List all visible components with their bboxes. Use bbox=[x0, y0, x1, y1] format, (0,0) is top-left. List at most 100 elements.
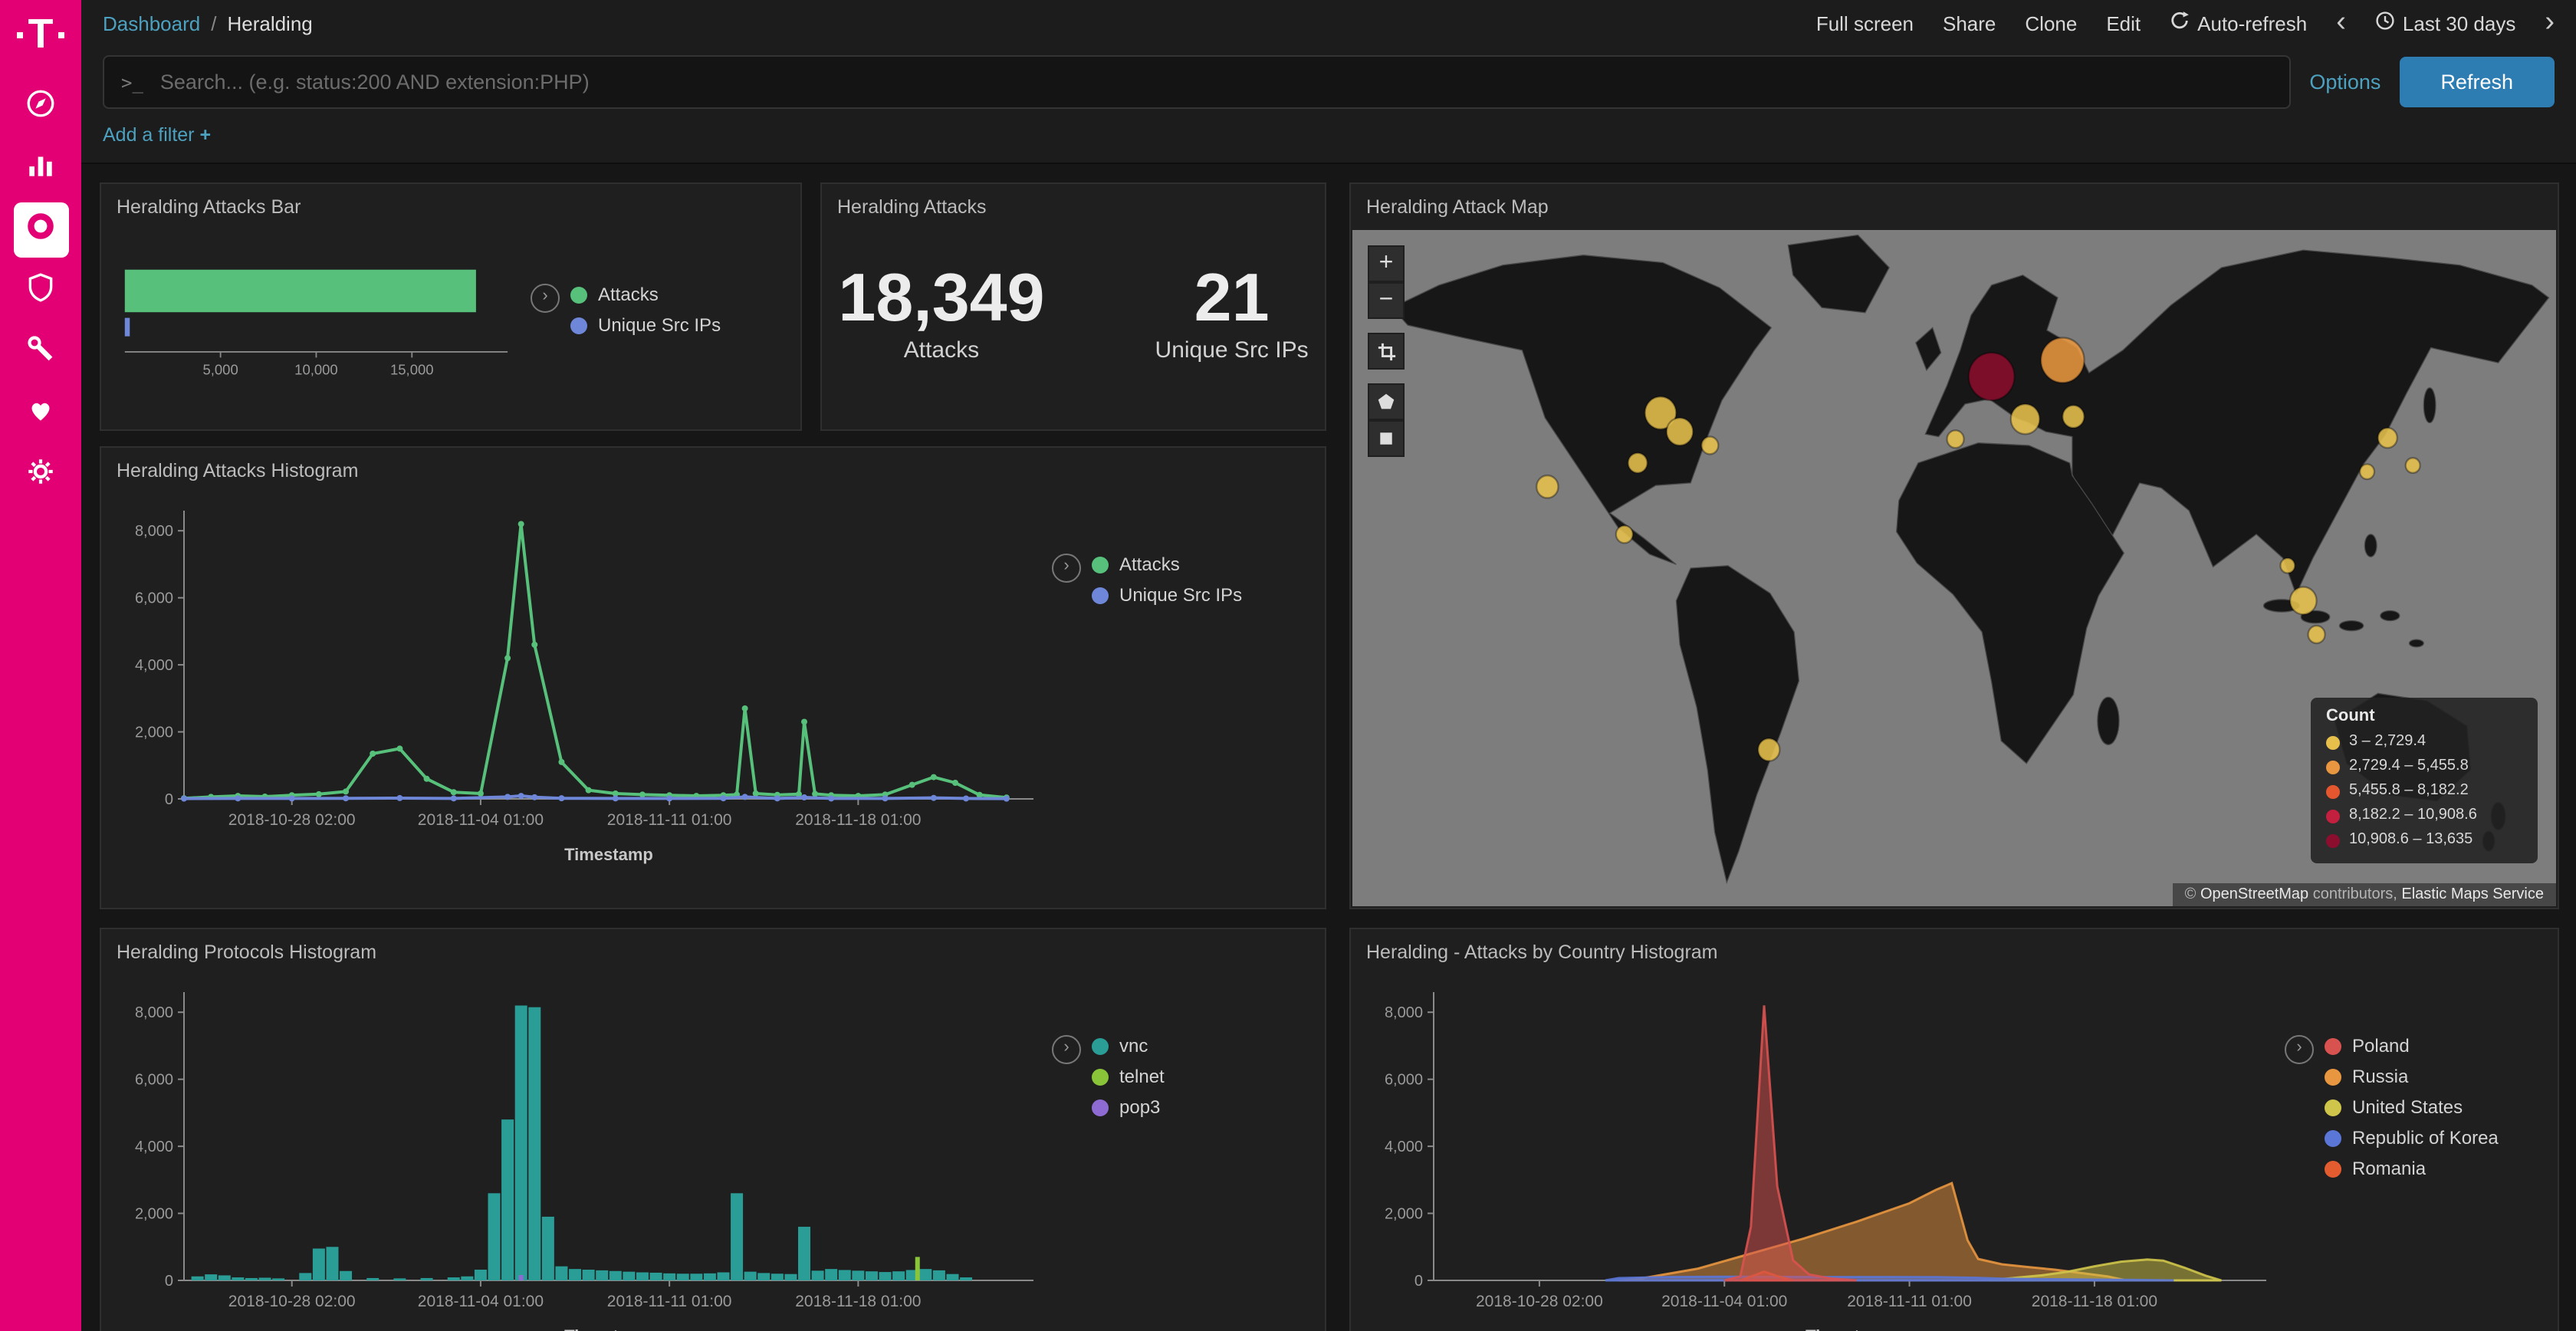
chart-legend: › Attacks Unique Src IPs bbox=[1049, 486, 1309, 885]
svg-text:6,000: 6,000 bbox=[135, 1072, 173, 1089]
map-legend-item: 5,455.8 – 8,182.2 bbox=[2326, 779, 2522, 804]
legend-item[interactable]: Attacks bbox=[1092, 554, 1309, 575]
legend-color-dot bbox=[570, 317, 587, 334]
map-legend-range: 2,729.4 – 5,455.8 bbox=[2349, 754, 2469, 779]
legend-label: Unique Src IPs bbox=[598, 314, 721, 336]
svg-text:2018-11-11 01:00: 2018-11-11 01:00 bbox=[1847, 1293, 1972, 1310]
map-legend-item: 10,908.6 – 13,635 bbox=[2326, 828, 2522, 853]
legend-toggle-icon[interactable]: › bbox=[1052, 1035, 1081, 1064]
svg-text:2018-10-28 02:00: 2018-10-28 02:00 bbox=[228, 811, 356, 829]
svg-text:8,000: 8,000 bbox=[135, 1004, 173, 1021]
svg-text:2018-11-18 01:00: 2018-11-18 01:00 bbox=[2032, 1293, 2157, 1310]
legend-item[interactable]: United States bbox=[2325, 1096, 2542, 1118]
legend-item[interactable]: Romania bbox=[2325, 1158, 2542, 1179]
legend-item[interactable]: Attacks bbox=[570, 284, 788, 305]
svg-text:6,000: 6,000 bbox=[1385, 1072, 1423, 1089]
sidebar-item-dev-tools[interactable] bbox=[13, 325, 68, 380]
map-legend-range: 8,182.2 – 10,908.6 bbox=[2349, 804, 2477, 828]
zoom-in-button[interactable]: + bbox=[1368, 245, 1405, 282]
wrench-icon bbox=[25, 333, 57, 373]
map-legend-range: 3 – 2,729.4 bbox=[2349, 730, 2426, 754]
draw-polygon-button[interactable] bbox=[1368, 383, 1405, 420]
panel-attacks-metric: Heralding Attacks 18,349 Attacks 21 Uniq… bbox=[820, 182, 1326, 431]
gear-icon bbox=[25, 455, 57, 495]
metric-attacks: 18,349 Attacks bbox=[838, 262, 1044, 364]
sidebar-item-security[interactable] bbox=[13, 264, 68, 319]
logo-letter: T bbox=[28, 14, 54, 55]
refresh-cycle-icon bbox=[2170, 11, 2190, 35]
map-count-legend: Count 3 – 2,729.42,729.4 – 5,455.85,455.… bbox=[2311, 698, 2538, 863]
breadcrumb-current: Heralding bbox=[227, 12, 312, 35]
svg-text:0: 0 bbox=[165, 1273, 173, 1290]
svg-text:2018-11-11 01:00: 2018-11-11 01:00 bbox=[607, 811, 732, 829]
zoom-out-button[interactable]: − bbox=[1368, 282, 1405, 319]
legend-item[interactable]: Poland bbox=[2325, 1035, 2542, 1057]
refresh-button[interactable]: Refresh bbox=[2399, 57, 2555, 107]
telekom-logo: T bbox=[18, 14, 64, 55]
sidebar-item-management[interactable] bbox=[13, 448, 68, 503]
legend-toggle-icon[interactable]: › bbox=[531, 284, 560, 313]
time-forward-chevron-icon[interactable]: › bbox=[2545, 7, 2555, 36]
legend-item[interactable]: Unique Src IPs bbox=[1092, 584, 1309, 606]
openstreetmap-link[interactable]: OpenStreetMap bbox=[2200, 886, 2308, 903]
time-range-picker[interactable]: Last 30 days bbox=[2375, 11, 2515, 35]
legend-item[interactable]: Russia bbox=[2325, 1066, 2542, 1087]
elastic-maps-link[interactable]: Elastic Maps Service bbox=[2401, 886, 2544, 903]
svg-text:8,000: 8,000 bbox=[1385, 1004, 1423, 1021]
chart-legend: › vnc telnet pop3 bbox=[1049, 968, 1309, 1331]
map-legend-dot bbox=[2326, 784, 2340, 798]
panel-country-histogram: Heralding - Attacks by Country Histogram… bbox=[1349, 928, 2559, 1331]
legend-item[interactable]: Unique Src IPs bbox=[570, 314, 788, 336]
legend-label: vnc bbox=[1119, 1035, 1148, 1057]
breadcrumb-dashboard-link[interactable]: Dashboard bbox=[103, 12, 200, 35]
svg-text:10,000: 10,000 bbox=[294, 362, 338, 378]
svg-text:4,000: 4,000 bbox=[135, 657, 173, 674]
sidebar-item-discover[interactable] bbox=[13, 80, 68, 135]
edit-button[interactable]: Edit bbox=[2106, 12, 2141, 35]
metric-unique-src-ips: 21 Unique Src IPs bbox=[1155, 262, 1309, 364]
search-input[interactable] bbox=[157, 69, 2272, 95]
plus-icon: + bbox=[200, 124, 212, 146]
breadcrumb-separator: / bbox=[211, 12, 216, 35]
svg-text:0: 0 bbox=[165, 791, 173, 808]
world-map[interactable]: +− Count 3 – 2,729.42,729.4 – 5,455.85,4… bbox=[1352, 230, 2556, 906]
svg-text:2018-11-04 01:00: 2018-11-04 01:00 bbox=[1661, 1293, 1787, 1310]
sidebar-item-visualize[interactable] bbox=[13, 141, 68, 196]
svg-text:Timestamp: Timestamp bbox=[564, 845, 653, 864]
clone-button[interactable]: Clone bbox=[2025, 12, 2077, 35]
legend-color-dot bbox=[1092, 1099, 1109, 1116]
time-back-chevron-icon[interactable]: ‹ bbox=[2336, 7, 2346, 36]
query-bar: >_ Options Refresh bbox=[81, 46, 2576, 120]
panel-attack-map: Heralding Attack Map +− Count 3 – 2,729.… bbox=[1349, 182, 2559, 909]
map-legend-item: 8,182.2 – 10,908.6 bbox=[2326, 804, 2522, 828]
legend-item[interactable]: Republic of Korea bbox=[2325, 1127, 2542, 1149]
legend-item[interactable]: telnet bbox=[1092, 1066, 1309, 1087]
legend-label: Romania bbox=[2352, 1158, 2426, 1179]
map-attribution: © OpenStreetMap contributors, Elastic Ma… bbox=[2173, 883, 2556, 906]
add-filter-link[interactable]: Add a filter + bbox=[103, 124, 211, 146]
legend-label: Poland bbox=[2352, 1035, 2410, 1057]
sidebar-item-dashboard[interactable] bbox=[13, 202, 68, 258]
search-box: >_ bbox=[103, 55, 2291, 109]
legend-toggle-icon[interactable]: › bbox=[2285, 1035, 2314, 1064]
full-screen-button[interactable]: Full screen bbox=[1816, 12, 1914, 35]
crop-button[interactable] bbox=[1368, 333, 1405, 370]
map-controls: +− bbox=[1368, 245, 1405, 457]
share-button[interactable]: Share bbox=[1943, 12, 1996, 35]
legend-toggle-icon[interactable]: › bbox=[1052, 554, 1081, 583]
svg-text:Timestamp: Timestamp bbox=[564, 1326, 653, 1331]
draw-rect-button[interactable] bbox=[1368, 420, 1405, 457]
auto-refresh-button[interactable]: Auto-refresh bbox=[2170, 11, 2307, 35]
sidebar-item-monitoring[interactable] bbox=[13, 386, 68, 442]
donut-gauge-icon bbox=[25, 210, 57, 250]
bar-chart-icon bbox=[25, 149, 57, 189]
legend-item[interactable]: vnc bbox=[1092, 1035, 1309, 1057]
logo-dot bbox=[58, 31, 64, 38]
options-link[interactable]: Options bbox=[2309, 71, 2380, 94]
country-area-chart: 02,0004,0006,0008,0002018-10-28 02:00201… bbox=[1363, 968, 2282, 1331]
main-column: Dashboard / Heralding Full screen Share … bbox=[81, 0, 2576, 1331]
legend-color-dot bbox=[1092, 1037, 1109, 1054]
legend-item[interactable]: pop3 bbox=[1092, 1096, 1309, 1118]
map-legend-dot bbox=[2326, 809, 2340, 823]
filter-bar: Add a filter + bbox=[81, 120, 2576, 164]
